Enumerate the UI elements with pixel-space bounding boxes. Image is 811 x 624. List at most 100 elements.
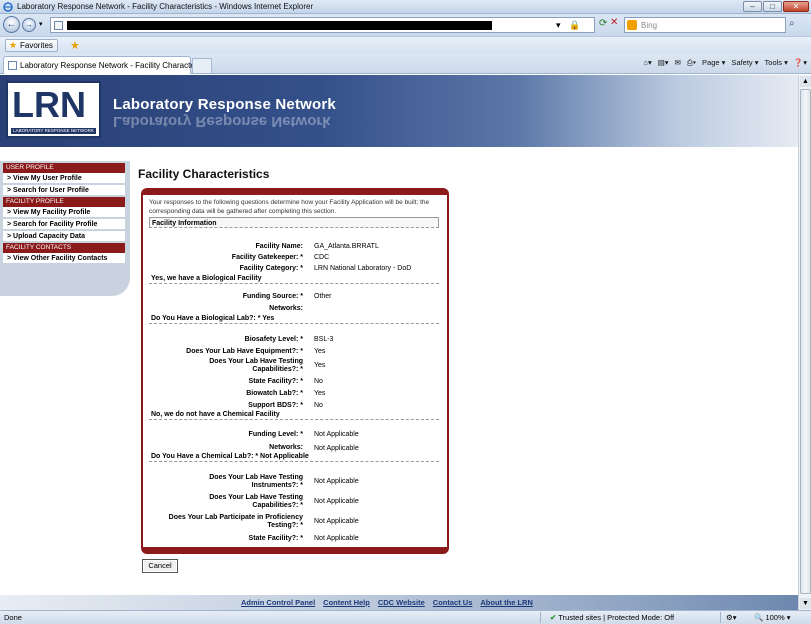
site-title-reflection: Laboratory Response Network bbox=[113, 113, 331, 130]
zoom-text: 100% bbox=[765, 613, 785, 622]
status-text: Done bbox=[4, 613, 22, 622]
site-footer: Admin Control Panel Content Help CDC Web… bbox=[0, 595, 798, 610]
minimize-button[interactable]: – bbox=[743, 1, 762, 12]
biosafety-label: Biosafety Level: * bbox=[244, 336, 303, 343]
redacted-url bbox=[67, 21, 492, 30]
protected-mode-icon[interactable]: ⚙▾ bbox=[726, 611, 737, 624]
chem-testing-label-line2: Capabilities?: * bbox=[252, 502, 303, 509]
chem-funding-label: Funding Level: * bbox=[248, 431, 303, 438]
page-icon bbox=[54, 21, 63, 30]
status-divider bbox=[540, 612, 541, 623]
refresh-icon[interactable]: ⟳ bbox=[599, 18, 607, 29]
sidebar-item-search-user-profile[interactable]: > Search for User Profile bbox=[3, 185, 125, 196]
ie-logo-icon bbox=[3, 2, 13, 12]
favorites-label: Favorites bbox=[20, 41, 53, 50]
tools-menu[interactable]: Tools ▾ bbox=[765, 58, 788, 68]
chem-testing-label-line1: Does Your Lab Have Testing bbox=[209, 494, 303, 501]
window-controls: – □ ✕ bbox=[742, 1, 809, 12]
maximize-button[interactable]: □ bbox=[763, 1, 782, 12]
favorites-bar: ★ Favorites ★ bbox=[0, 36, 811, 54]
bio-networks-label: Networks: bbox=[269, 305, 303, 312]
address-toolbar: ← → ▾ ▾ 🔒 ⟳ ✕ Bing ⌕ bbox=[0, 14, 811, 36]
recent-pages-icon[interactable]: ▾ bbox=[39, 20, 43, 28]
star-icon: ★ bbox=[9, 40, 18, 50]
cancel-button[interactable]: Cancel bbox=[142, 559, 178, 573]
search-input[interactable]: Bing bbox=[624, 17, 786, 33]
proficiency-value: Not Applicable bbox=[314, 518, 359, 525]
safety-menu[interactable]: Safety ▾ bbox=[731, 58, 758, 68]
address-bar[interactable]: ▾ 🔒 bbox=[50, 17, 595, 33]
close-button[interactable]: ✕ bbox=[783, 1, 809, 12]
instruments-value: Not Applicable bbox=[314, 478, 359, 485]
sidebar-item-search-facility-profile[interactable]: > Search for Facility Profile bbox=[3, 219, 125, 230]
intro-text: Your responses to the following question… bbox=[149, 199, 430, 215]
chem-testing-value: Not Applicable bbox=[314, 498, 359, 505]
section-biological-lab: Do You Have a Biological Lab?: * Yes bbox=[149, 313, 439, 324]
page-title: Facility Characteristics bbox=[138, 167, 270, 181]
dropdown-icon[interactable]: ▾ bbox=[556, 19, 561, 31]
print-icon[interactable]: ⎙▾ bbox=[687, 58, 696, 68]
section-facility-information: Facility Information bbox=[149, 217, 439, 228]
mail-icon[interactable]: ✉ bbox=[675, 58, 681, 68]
testing-capabilities-value: Yes bbox=[314, 362, 326, 369]
search-icon[interactable]: ⌕ bbox=[789, 18, 795, 29]
footer-link-about-lrn[interactable]: About the LRN bbox=[480, 598, 533, 607]
section-chemical-facility: No, we do not have a Chemical Facility bbox=[149, 409, 439, 420]
zoom-level[interactable]: 🔍 100% ▾ bbox=[754, 611, 790, 624]
help-menu[interactable]: ❓▾ bbox=[794, 58, 807, 68]
biowatch-value: Yes bbox=[314, 390, 326, 397]
tab-bar: Laboratory Response Network - Facility C… bbox=[0, 54, 811, 74]
forward-button[interactable]: → bbox=[22, 18, 36, 32]
scroll-up-icon[interactable]: ▲ bbox=[800, 76, 811, 87]
sidebar-item-view-facility-profile[interactable]: > View My Facility Profile bbox=[3, 207, 125, 218]
equipment-value: Yes bbox=[314, 348, 326, 355]
proficiency-label-line2: Testing?: * bbox=[267, 522, 303, 529]
browser-window: Laboratory Response Network - Facility C… bbox=[0, 0, 811, 624]
home-icon[interactable]: ⌂▾ bbox=[643, 58, 651, 68]
lrn-logo[interactable]: LRN LABORATORY RESPONSE NETWORK bbox=[6, 81, 101, 138]
state-facility-value: No bbox=[314, 378, 323, 385]
bio-funding-label: Funding Source: * bbox=[242, 293, 303, 300]
sidebar-item-upload-capacity-data[interactable]: > Upload Capacity Data bbox=[3, 231, 125, 242]
instruments-label-line1: Does Your Lab Have Testing bbox=[209, 474, 303, 481]
state-facility-label: State Facility?: * bbox=[248, 378, 303, 385]
search-placeholder: Bing bbox=[641, 21, 658, 30]
footer-link-cdc-website[interactable]: CDC Website bbox=[378, 598, 425, 607]
new-tab-button[interactable] bbox=[192, 58, 212, 73]
back-button[interactable]: ← bbox=[3, 16, 20, 33]
facility-name-value: GA_Atlanta.BRRATL bbox=[314, 243, 379, 250]
instruments-label-line2: Instruments?: * bbox=[251, 482, 303, 489]
security-zone[interactable]: ✔ Trusted sites | Protected Mode: Off bbox=[550, 611, 674, 624]
sidebar-header-facility-contacts: FACILITY CONTACTS bbox=[3, 243, 125, 253]
testing-capabilities-label-line1: Does Your Lab Have Testing bbox=[209, 358, 303, 365]
tab-active[interactable]: Laboratory Response Network - Facility C… bbox=[3, 56, 204, 74]
title-bar: Laboratory Response Network - Facility C… bbox=[0, 0, 811, 14]
logo-subtext: LABORATORY RESPONSE NETWORK bbox=[11, 128, 96, 134]
footer-link-contact-us[interactable]: Contact Us bbox=[433, 598, 473, 607]
sidebar-header-user-profile: USER PROFILE bbox=[3, 163, 125, 173]
footer-link-admin-control-panel[interactable]: Admin Control Panel bbox=[241, 598, 315, 607]
footer-link-content-help[interactable]: Content Help bbox=[323, 598, 370, 607]
scroll-thumb[interactable] bbox=[800, 89, 811, 594]
chem-state-facility-value: Not Applicable bbox=[314, 535, 359, 542]
status-divider bbox=[720, 612, 721, 623]
lock-icon[interactable]: 🔒 bbox=[569, 19, 580, 31]
scroll-down-icon[interactable]: ▼ bbox=[800, 598, 811, 609]
vertical-scrollbar[interactable]: ▲ ▼ bbox=[798, 75, 811, 610]
site-header: LRN LABORATORY RESPONSE NETWORK Laborato… bbox=[0, 75, 798, 147]
add-favorite-icon[interactable]: ★ bbox=[70, 39, 80, 52]
feeds-icon[interactable]: ▤▾ bbox=[658, 58, 669, 68]
sidebar-item-view-user-profile[interactable]: > View My User Profile bbox=[3, 173, 125, 184]
equipment-label: Does Your Lab Have Equipment?: * bbox=[186, 348, 303, 355]
sidebar-item-view-facility-contacts[interactable]: > View Other Facility Contacts bbox=[3, 253, 125, 264]
facility-name-label: Facility Name: bbox=[255, 243, 303, 250]
logo-text: LRN bbox=[12, 84, 86, 125]
category-label: Facility Category: * bbox=[239, 265, 303, 272]
chem-state-facility-label: State Facility?: * bbox=[248, 535, 303, 542]
sidebar: USER PROFILE > View My User Profile > Se… bbox=[0, 161, 130, 296]
favorites-button[interactable]: ★ Favorites bbox=[5, 39, 58, 52]
page-menu[interactable]: Page ▾ bbox=[702, 58, 725, 68]
category-value: LRN National Laboratory - DoD bbox=[314, 265, 412, 272]
page-content: LRN LABORATORY RESPONSE NETWORK Laborato… bbox=[0, 75, 798, 610]
stop-icon[interactable]: ✕ bbox=[610, 17, 618, 28]
